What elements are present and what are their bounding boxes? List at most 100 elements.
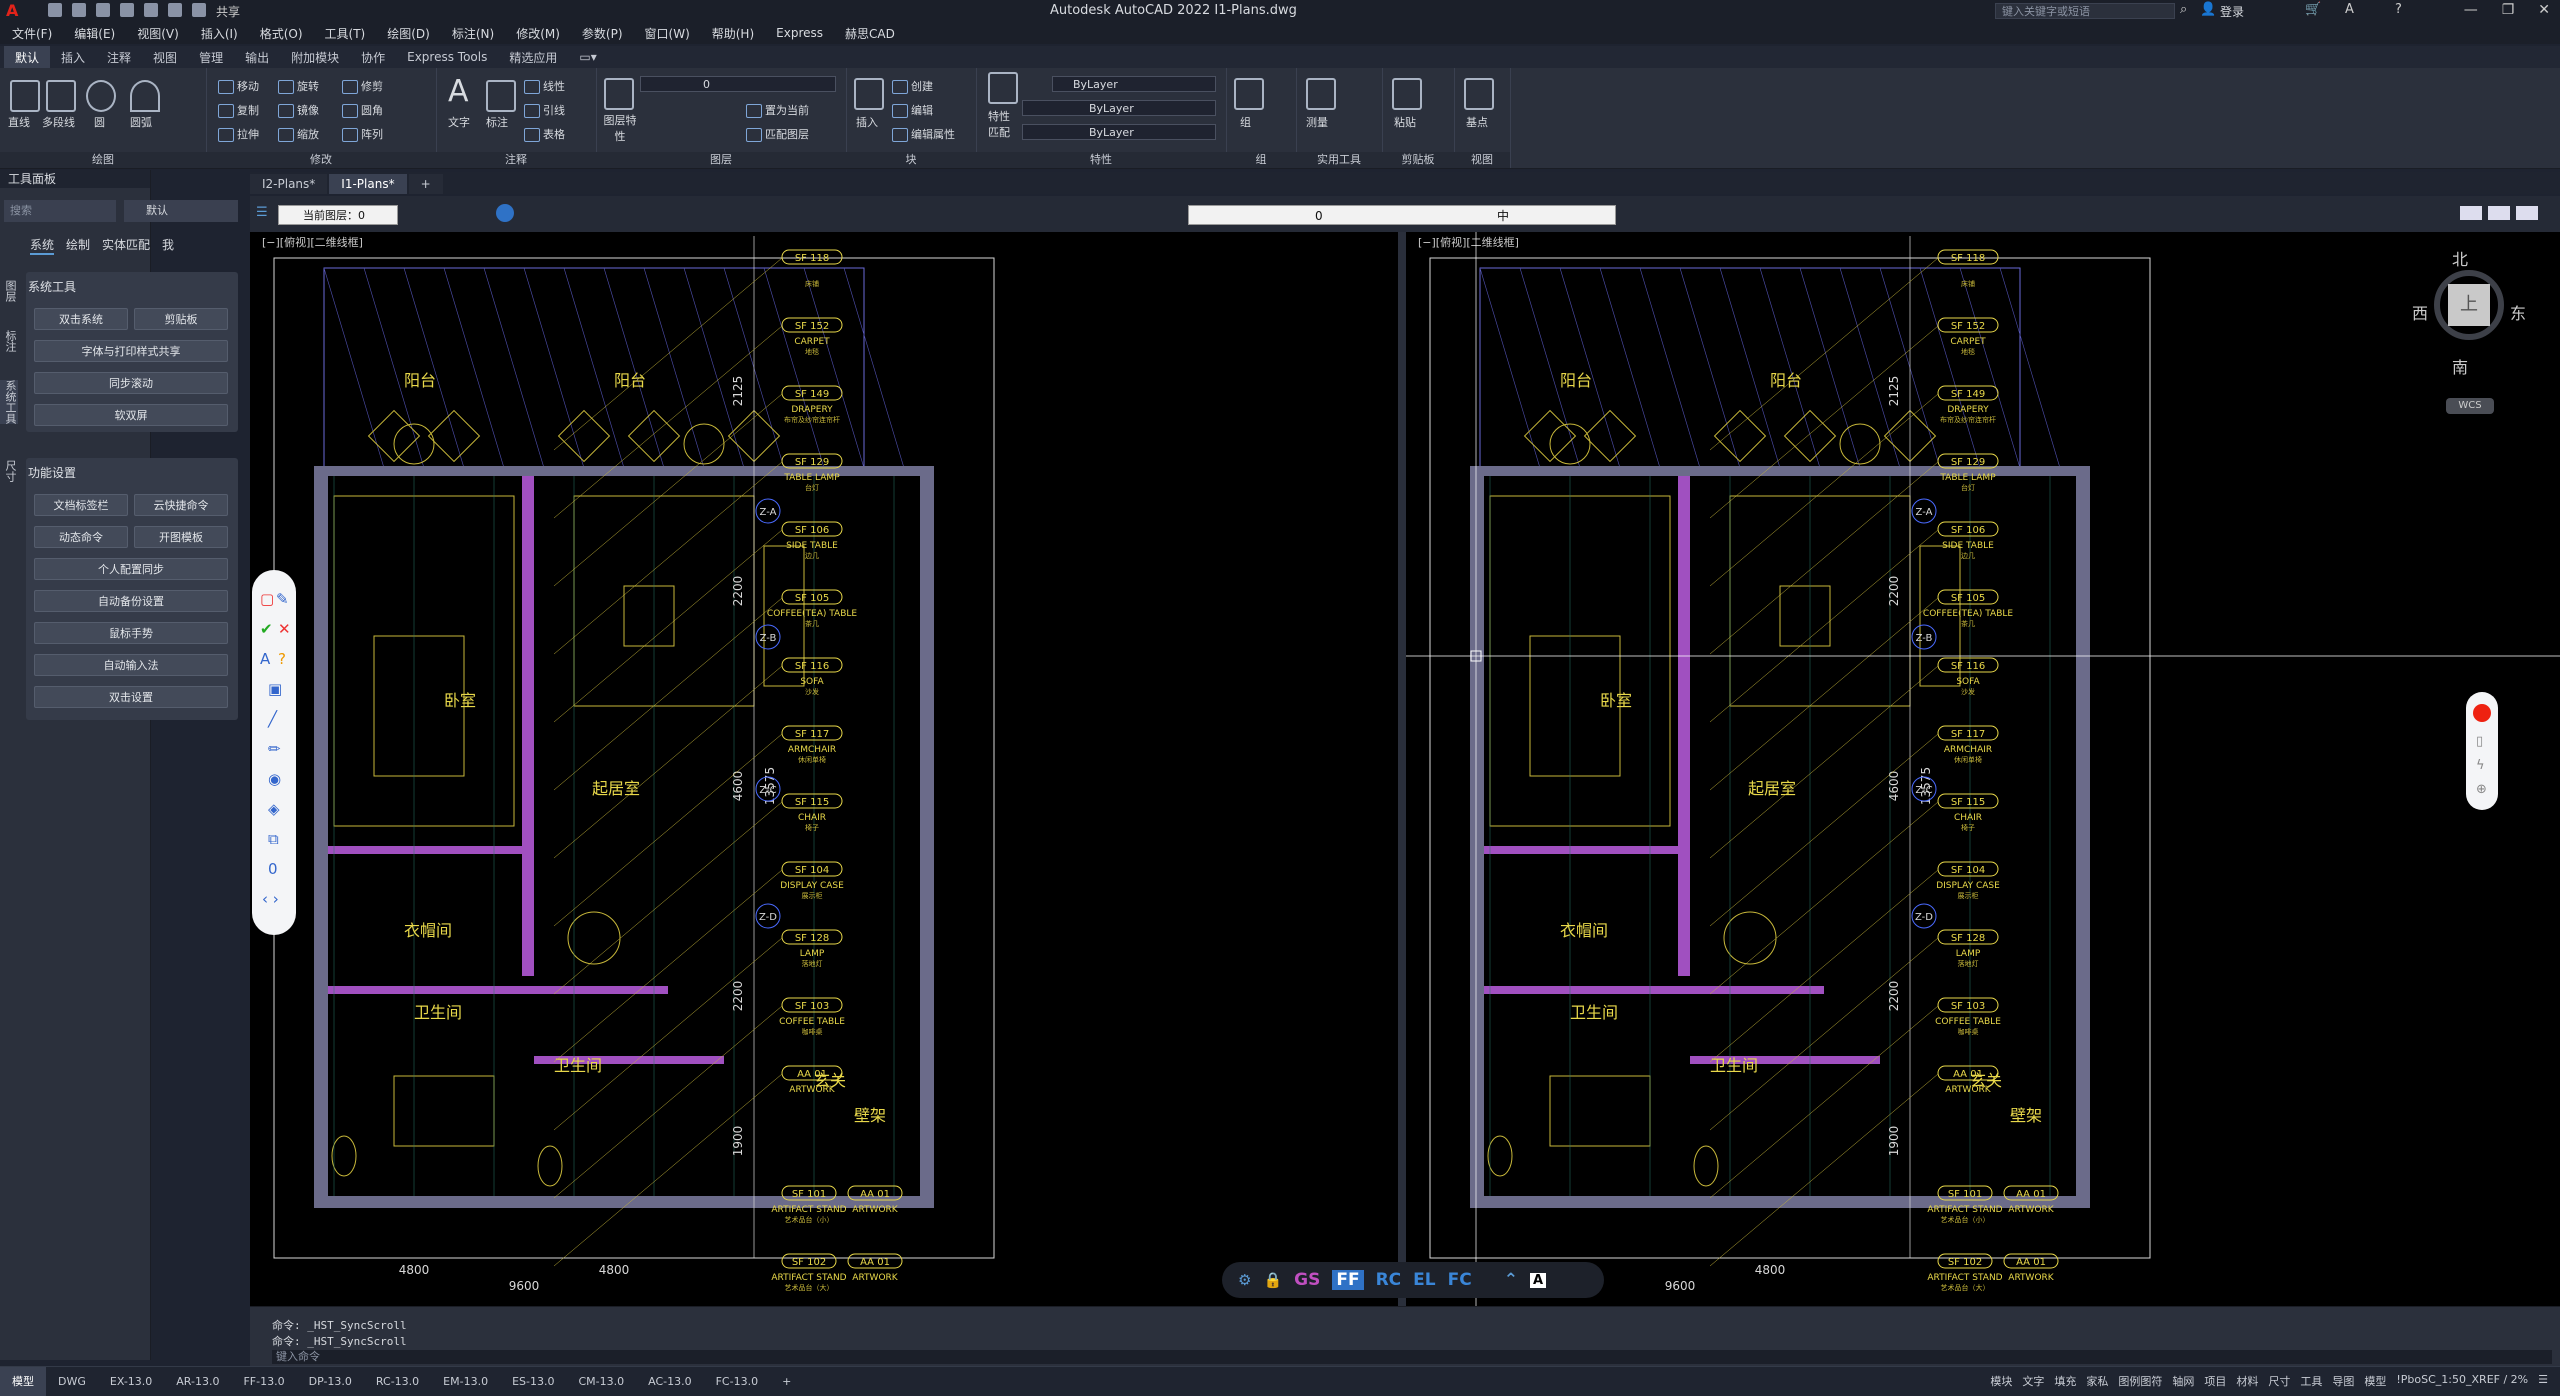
tab-output[interactable]: 输出 bbox=[234, 46, 280, 69]
move-button[interactable]: 移动 bbox=[218, 78, 259, 94]
menu-view[interactable]: 视图(V) bbox=[137, 25, 179, 42]
base-view-icon[interactable] bbox=[1464, 78, 1494, 110]
viewport-restore-icon[interactable] bbox=[2488, 206, 2510, 220]
status-settings-icon[interactable]: ☰ bbox=[2538, 1373, 2548, 1389]
tab-addins[interactable]: 附加模块 bbox=[280, 46, 350, 69]
panel-utilities-title[interactable]: 实用工具 bbox=[1296, 152, 1382, 168]
drawing-canvas[interactable]: [−][俯视][二维线框] 阳台 阳台 卧室 起居室 衣帽间 卫生间 卫生间 玄关 壁架 4800 4… bbox=[250, 196, 2560, 1306]
clipboard-button[interactable]: 剪贴板 bbox=[134, 308, 228, 330]
dimension-icon[interactable] bbox=[486, 80, 516, 112]
viewport-minimize-icon[interactable] bbox=[2460, 206, 2482, 220]
palette-tab-system[interactable]: 系统 bbox=[30, 236, 55, 255]
status-model[interactable]: 模型 bbox=[2364, 1373, 2386, 1389]
layer-control-bar[interactable]: 0中 bbox=[1188, 205, 1616, 225]
mouse-gesture-button[interactable]: 鼠标手势 bbox=[34, 622, 228, 644]
compass-south[interactable]: 南 bbox=[2452, 354, 2468, 378]
copy-icon[interactable]: ⧉ bbox=[268, 830, 279, 848]
layers-icon[interactable]: ◈ bbox=[268, 800, 280, 818]
menu-tools[interactable]: 工具(T) bbox=[325, 25, 366, 42]
filter-el[interactable]: EL bbox=[1413, 1270, 1435, 1290]
status-mindmap[interactable]: 导图 bbox=[2332, 1373, 2354, 1389]
make-current-button[interactable]: 置为当前 bbox=[746, 102, 809, 118]
menu-edit[interactable]: 编辑(E) bbox=[74, 25, 115, 42]
group-icon[interactable] bbox=[1234, 78, 1264, 110]
status-text[interactable]: 文字 bbox=[2022, 1373, 2044, 1389]
palette-default-dropdown[interactable]: 默认 bbox=[124, 200, 238, 222]
open-template-button[interactable]: 开图模板 bbox=[134, 526, 228, 548]
menu-window[interactable]: 窗口(W) bbox=[645, 25, 690, 42]
menu-dimension[interactable]: 标注(N) bbox=[452, 25, 494, 42]
text-button[interactable]: 文字 bbox=[448, 114, 470, 130]
panel-clipboard-title[interactable]: 剪贴板 bbox=[1382, 152, 1454, 168]
document-tab-bar-button[interactable]: 文档标签栏 bbox=[34, 494, 128, 516]
feature-settings-heading[interactable]: 功能设置 bbox=[28, 464, 76, 481]
leader-button[interactable]: 引线 bbox=[524, 102, 565, 118]
check-icon[interactable]: ✔ bbox=[260, 620, 273, 638]
status-project[interactable]: 项目 bbox=[2204, 1373, 2226, 1389]
layout-tab-ac[interactable]: AC-13.0 bbox=[636, 1375, 703, 1388]
tab-view[interactable]: 视图 bbox=[142, 46, 188, 69]
ribbon-toggle-icon[interactable]: ▭▾ bbox=[568, 47, 607, 67]
doc-tab-i1-plans[interactable]: I1-Plans* bbox=[329, 174, 407, 194]
filter-rc[interactable]: RC bbox=[1376, 1270, 1402, 1290]
polyline-icon[interactable] bbox=[46, 80, 76, 112]
palette-search-input[interactable]: 搜索 bbox=[4, 200, 116, 222]
rotate-button[interactable]: 旋转 bbox=[278, 78, 319, 94]
target-icon[interactable]: ⊕ bbox=[2476, 782, 2487, 797]
color-dropdown[interactable]: ByLayer bbox=[1052, 76, 1216, 92]
layer-properties-icon[interactable] bbox=[604, 78, 634, 110]
close-icon[interactable]: ✕ bbox=[2538, 2, 2550, 18]
status-hatch[interactable]: 填充 bbox=[2054, 1373, 2076, 1389]
layout-tab-ex[interactable]: EX-13.0 bbox=[98, 1375, 164, 1388]
table-button[interactable]: 表格 bbox=[524, 126, 565, 142]
system-tools-heading[interactable]: 系统工具 bbox=[28, 278, 76, 295]
print-icon[interactable] bbox=[144, 3, 158, 17]
edit-block-button[interactable]: 编辑 bbox=[892, 102, 933, 118]
autodesk-app-icon[interactable]: A bbox=[2345, 2, 2354, 17]
group-button[interactable]: 组 bbox=[1240, 114, 1251, 130]
compass-west[interactable]: 西 bbox=[2412, 300, 2428, 324]
side-tab-system-tools[interactable]: 系统工具 bbox=[0, 380, 18, 424]
circle-button[interactable]: 圆 bbox=[94, 114, 105, 130]
wcs-menu[interactable]: WCS bbox=[2446, 398, 2494, 414]
padlock-icon[interactable]: 🔒 bbox=[1263, 1271, 1282, 1289]
panel-view-title[interactable]: 视图 bbox=[1454, 152, 1510, 168]
record-icon[interactable] bbox=[2473, 704, 2491, 722]
flash-icon[interactable]: ϟ bbox=[2476, 758, 2485, 773]
profile-sync-button[interactable]: 个人配置同步 bbox=[34, 558, 228, 580]
status-dimension[interactable]: 尺寸 bbox=[2268, 1373, 2290, 1389]
auto-backup-button[interactable]: 自动备份设置 bbox=[34, 590, 228, 612]
status-furniture[interactable]: 家私 bbox=[2086, 1373, 2108, 1389]
status-tools-item[interactable]: 工具 bbox=[2300, 1373, 2322, 1389]
gear-icon[interactable]: ⚙ bbox=[1238, 1271, 1251, 1289]
paste-button[interactable]: 粘贴 bbox=[1394, 114, 1416, 130]
viewport-close-icon[interactable] bbox=[2516, 206, 2538, 220]
save-as-icon[interactable] bbox=[120, 3, 134, 17]
base-view-button[interactable]: 基点 bbox=[1466, 114, 1488, 130]
menu-insert[interactable]: 插入(I) bbox=[201, 25, 238, 42]
measure-button[interactable]: 测量 bbox=[1306, 114, 1328, 130]
add-layout-button[interactable]: + bbox=[770, 1375, 803, 1388]
new-file-icon[interactable] bbox=[48, 3, 62, 17]
restore-icon[interactable]: ❐ bbox=[2502, 2, 2515, 18]
arc-icon[interactable] bbox=[130, 80, 160, 112]
viewcube-top-face[interactable]: 上 bbox=[2448, 284, 2490, 326]
help-icon[interactable]: ? bbox=[2395, 2, 2402, 17]
doc-tab-i2-plans[interactable]: I2-Plans* bbox=[250, 174, 328, 194]
status-xref[interactable]: !PboSC_1:50_XREF / 2% bbox=[2396, 1373, 2528, 1389]
screen-icon[interactable]: ▯ bbox=[2476, 734, 2483, 749]
text-icon[interactable]: A bbox=[448, 74, 469, 109]
menu-parametric[interactable]: 参数(P) bbox=[582, 25, 623, 42]
menu-express[interactable]: Express bbox=[776, 26, 823, 40]
tab-insert[interactable]: 插入 bbox=[50, 46, 96, 69]
copy-button[interactable]: 复制 bbox=[218, 102, 259, 118]
text-a-icon[interactable]: A bbox=[260, 650, 270, 668]
filter-gs[interactable]: GS bbox=[1294, 1270, 1320, 1290]
brush-icon[interactable]: ╱ bbox=[268, 710, 277, 728]
dynamic-command-button[interactable]: 动态命令 bbox=[34, 526, 128, 548]
layer-dropdown[interactable]: 0 bbox=[640, 76, 836, 92]
layout-tab-dwg[interactable]: DWG bbox=[46, 1375, 98, 1388]
match-properties-icon[interactable] bbox=[988, 72, 1018, 104]
tab-annotate[interactable]: 注释 bbox=[96, 46, 142, 69]
measure-icon[interactable] bbox=[1306, 78, 1336, 110]
